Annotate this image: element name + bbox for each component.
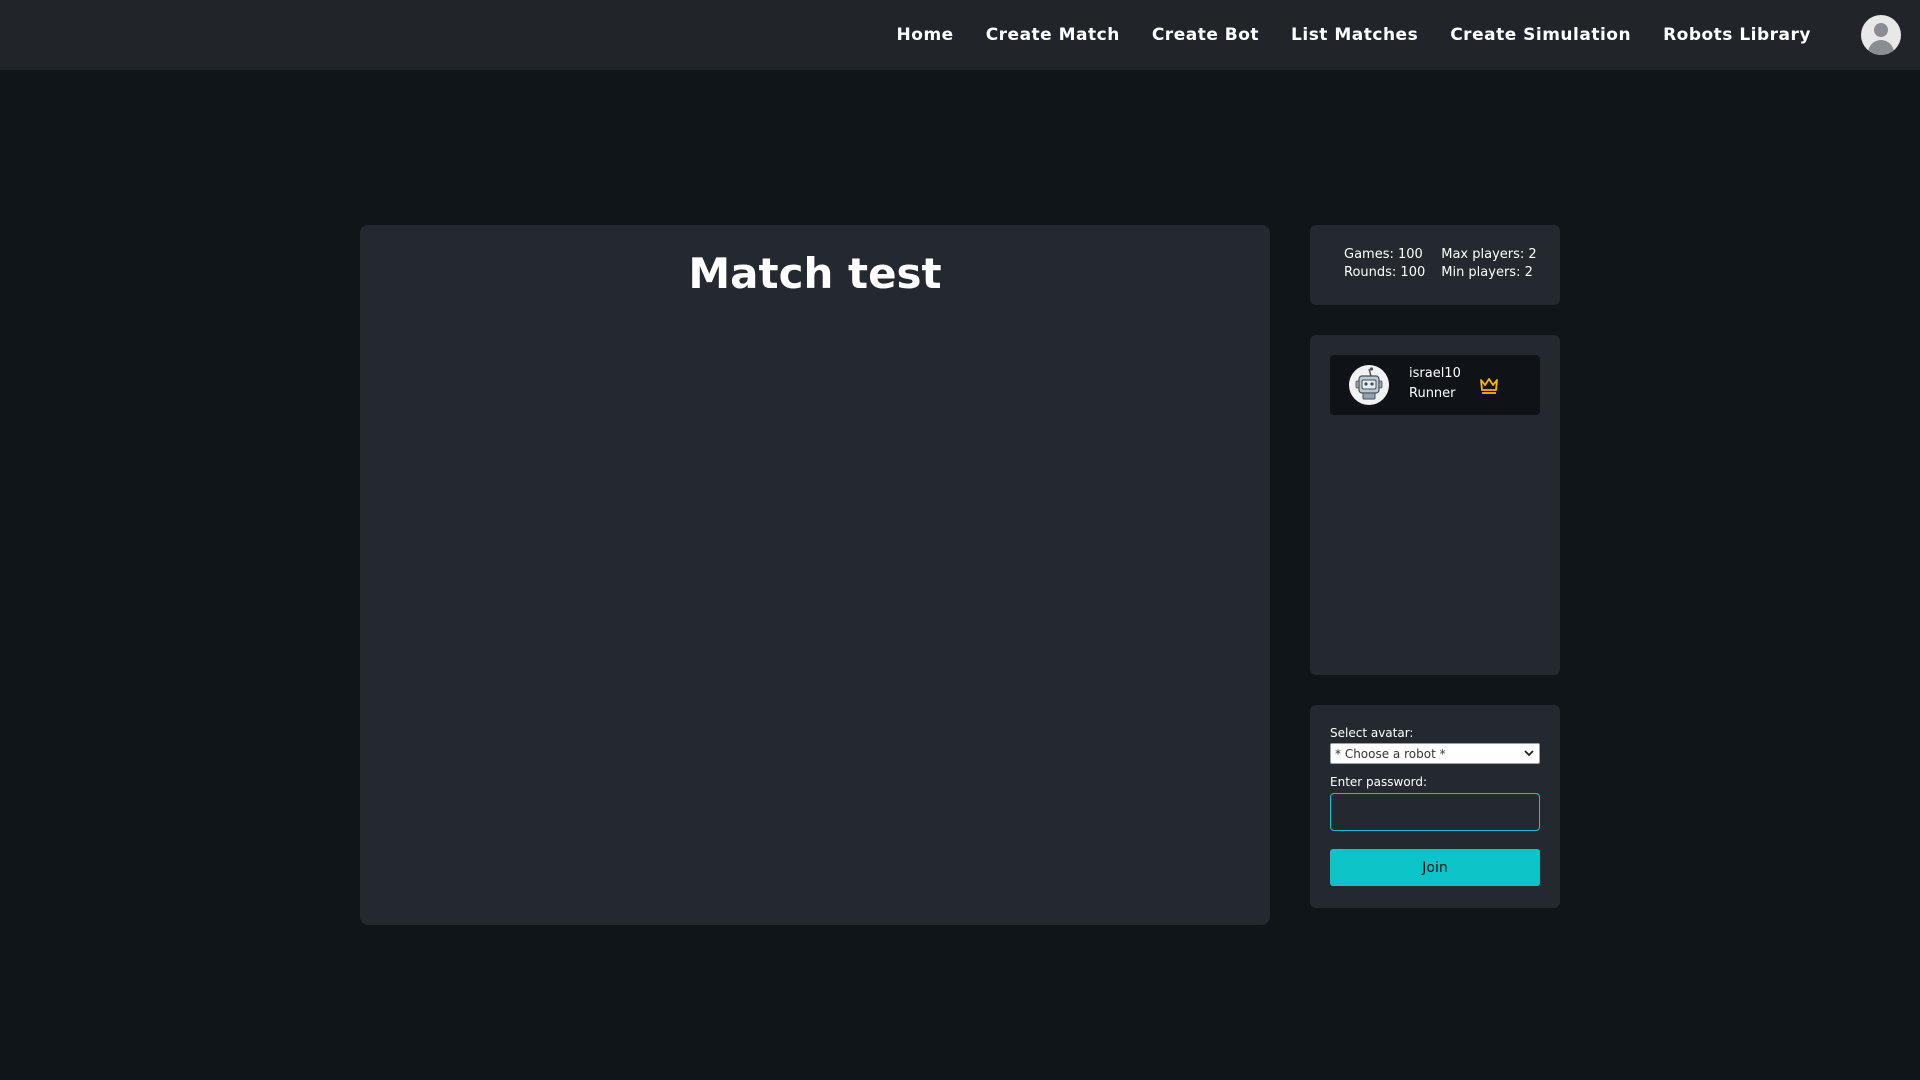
- password-label: Enter password:: [1330, 775, 1428, 789]
- nav-link-list-matches[interactable]: List Matches: [1291, 25, 1418, 45]
- avatar-select-value: * Choose a robot *: [1335, 746, 1446, 761]
- nav-links: Home Create Match Create Bot List Matche…: [865, 25, 1811, 45]
- nav-link-create-match[interactable]: Create Match: [986, 25, 1120, 45]
- stat-min-players: Min players: 2: [1441, 265, 1533, 280]
- match-title: Match test: [688, 249, 942, 298]
- avatar-body: [1868, 40, 1894, 55]
- match-stats-card: Games: 100 Max players: 2 Rounds: 100 Mi…: [1310, 225, 1560, 305]
- password-input[interactable]: [1330, 793, 1540, 831]
- match-stats: Games: 100 Max players: 2 Rounds: 100 Mi…: [1344, 247, 1537, 280]
- players-card: israel10 Runner: [1310, 335, 1560, 675]
- select-avatar-label: Select avatar:: [1330, 726, 1414, 740]
- avatar-head: [1874, 23, 1888, 37]
- stat-games: Games: 100: [1344, 247, 1423, 262]
- player-role: Runner: [1409, 386, 1456, 401]
- crown-icon: [1478, 374, 1500, 396]
- stat-rounds: Rounds: 100: [1344, 265, 1426, 280]
- player-row: israel10 Runner: [1330, 355, 1540, 415]
- nav-link-create-simulation[interactable]: Create Simulation: [1450, 25, 1631, 45]
- stat-max-players: Max players: 2: [1441, 247, 1537, 262]
- chevron-down-icon: [1523, 747, 1535, 759]
- top-navbar: Home Create Match Create Bot List Matche…: [0, 0, 1920, 70]
- join-button[interactable]: Join: [1330, 849, 1540, 886]
- nav-link-create-bot[interactable]: Create Bot: [1152, 25, 1259, 45]
- nav-link-home[interactable]: Home: [897, 25, 954, 45]
- nav-link-robots-library[interactable]: Robots Library: [1663, 25, 1811, 45]
- match-panel: Match test: [360, 225, 1270, 925]
- player-name: israel10: [1409, 366, 1461, 381]
- robot-avatar-icon: [1349, 365, 1389, 405]
- avatar-select[interactable]: * Choose a robot *: [1330, 743, 1540, 764]
- join-form-card: Select avatar: * Choose a robot * Enter …: [1310, 705, 1560, 908]
- user-avatar-icon[interactable]: [1861, 15, 1901, 55]
